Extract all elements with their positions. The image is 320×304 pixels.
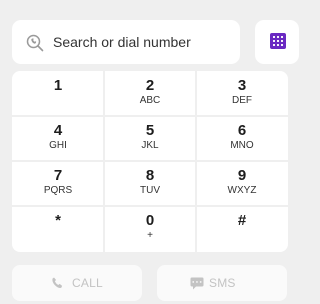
key-letters: WXYZ	[227, 185, 257, 196]
row-divider	[12, 115, 288, 117]
search-input[interactable]	[53, 30, 233, 54]
dial-key-6[interactable]: 6 MNO	[196, 116, 288, 162]
key-letters: PQRS	[43, 185, 73, 196]
key-digit: 4	[53, 122, 63, 139]
dial-key-1[interactable]: 1	[12, 71, 104, 117]
dialpad: 1 2 ABC 3 DEF 4 GHI 5 JKL 6 MNO 7 PQRS 8	[12, 71, 288, 252]
key-digit: 6	[237, 122, 247, 139]
dial-key-2[interactable]: 2 ABC	[104, 71, 196, 117]
dialer-panel: 1 2 ABC 3 DEF 4 GHI 5 JKL 6 MNO 7 PQRS 8	[0, 0, 299, 304]
dial-key-0[interactable]: 0 +	[104, 206, 196, 252]
key-digit: 8	[145, 167, 155, 184]
key-digit: 7	[53, 167, 63, 184]
key-digit: 2	[145, 77, 155, 94]
key-digit: 0	[145, 212, 155, 229]
sms-label: SMS	[209, 276, 236, 290]
keypad-icon	[270, 33, 286, 49]
sms-icon	[190, 277, 204, 290]
key-letters: DEF	[232, 95, 252, 106]
call-button[interactable]: CALL	[12, 265, 142, 301]
search-icon	[26, 34, 44, 52]
key-digit: 5	[145, 122, 155, 139]
dial-key-5[interactable]: 5 JKL	[104, 116, 196, 162]
key-letters: +	[147, 230, 153, 241]
key-letters: MNO	[230, 140, 254, 151]
key-digit: 9	[237, 167, 247, 184]
search-box[interactable]	[12, 20, 240, 64]
key-letters: GHI	[49, 140, 67, 151]
action-bar: CALL SMS	[12, 265, 288, 301]
key-letters: JKL	[141, 140, 159, 151]
keypad-toggle-button[interactable]	[255, 20, 299, 64]
key-digit: 3	[237, 77, 247, 94]
dial-key-9[interactable]: 9 WXYZ	[196, 161, 288, 207]
key-digit: *	[55, 212, 61, 229]
search-row	[12, 20, 299, 64]
key-letters: TUV	[140, 185, 160, 196]
dial-key-4[interactable]: 4 GHI	[12, 116, 104, 162]
dial-key-8[interactable]: 8 TUV	[104, 161, 196, 207]
row-divider	[12, 160, 288, 162]
dial-key-star[interactable]: *	[12, 206, 104, 252]
key-digit: #	[237, 212, 247, 229]
key-digit: 1	[53, 77, 63, 94]
dial-key-7[interactable]: 7 PQRS	[12, 161, 104, 207]
dial-key-3[interactable]: 3 DEF	[196, 71, 288, 117]
call-label: CALL	[72, 276, 103, 290]
sms-button[interactable]: SMS	[157, 265, 287, 301]
phone-icon	[52, 277, 63, 288]
key-letters: ABC	[139, 95, 161, 106]
dial-key-hash[interactable]: #	[196, 206, 288, 252]
row-divider	[12, 205, 288, 207]
